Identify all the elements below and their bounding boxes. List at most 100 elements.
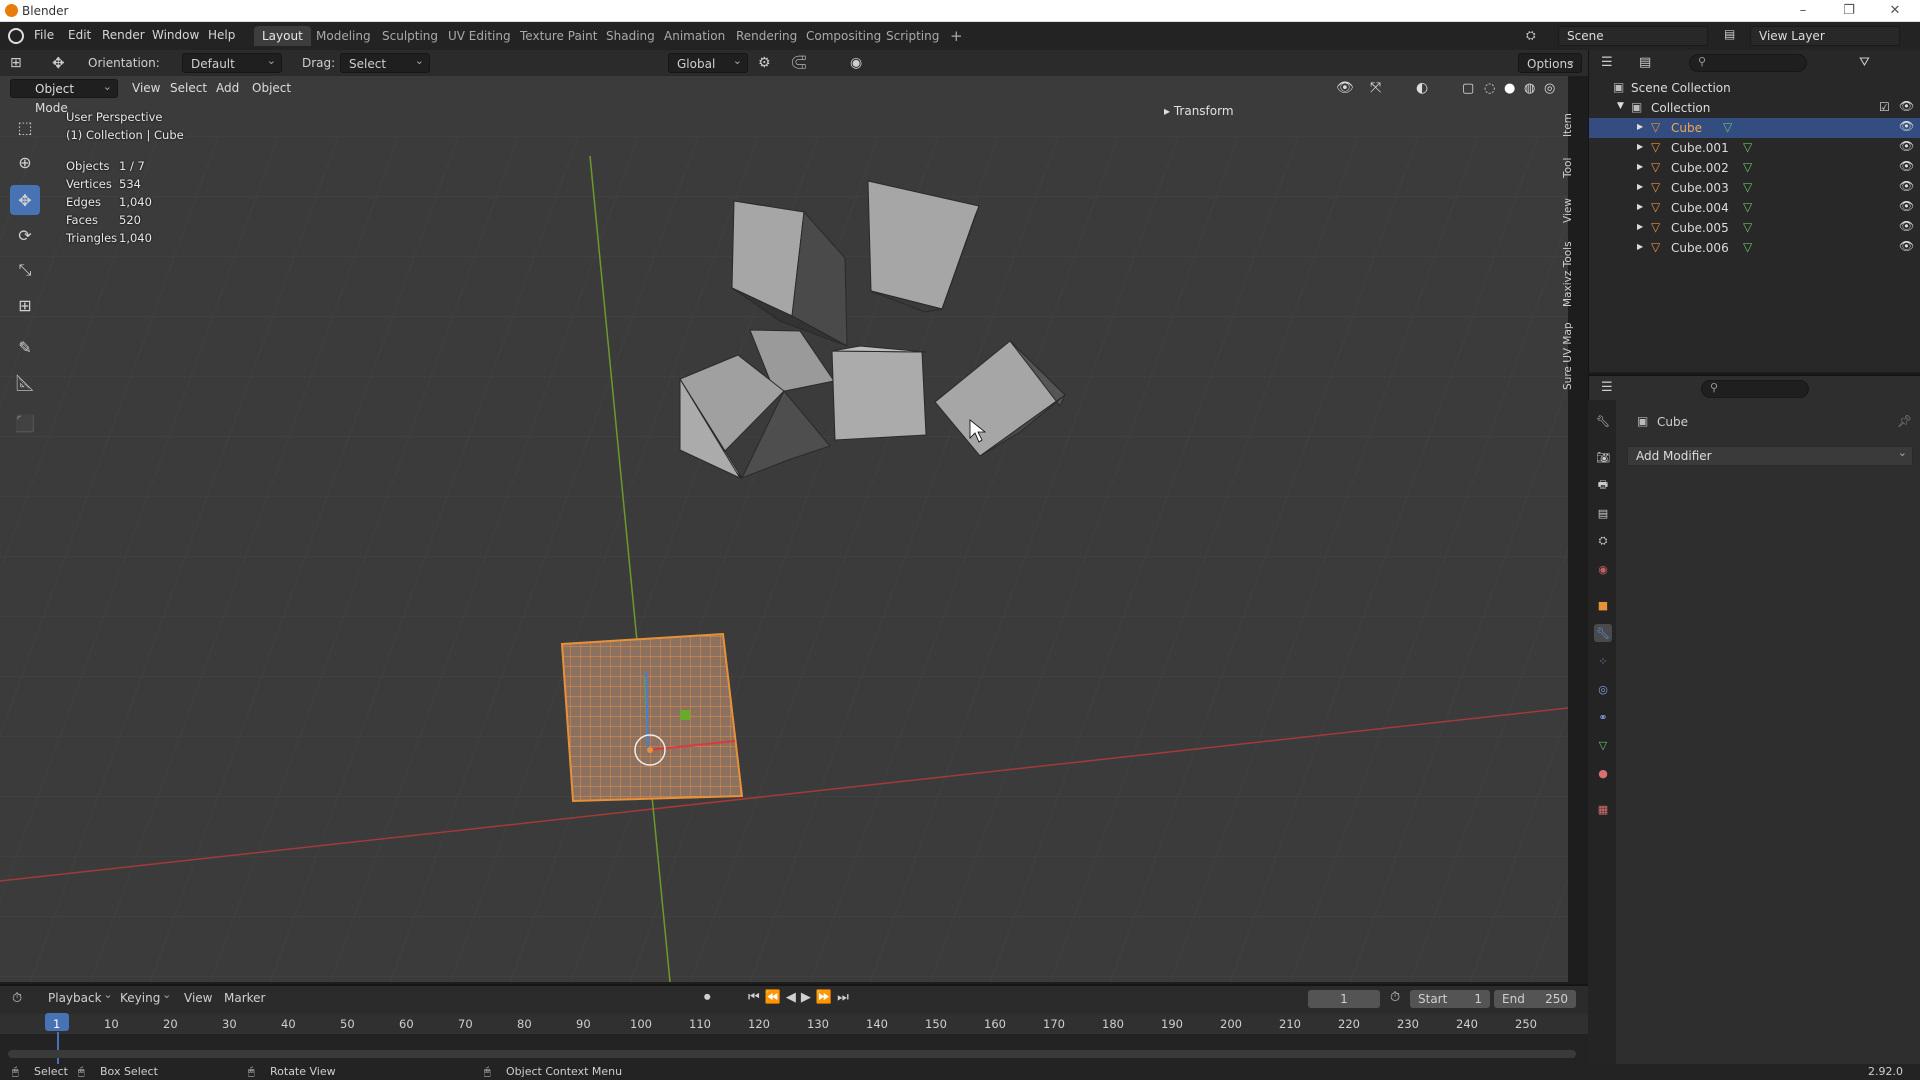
eye-icon[interactable]: 👁︎ <box>1899 199 1914 213</box>
menu-edit[interactable]: Edit <box>68 28 91 42</box>
object-tab-icon[interactable]: ■ <box>1594 596 1612 614</box>
options-dropdown[interactable]: Options <box>1518 51 1582 73</box>
expand-icon[interactable]: ▶ <box>1637 162 1643 171</box>
render-tab-icon[interactable]: 📷︎ <box>1594 448 1612 466</box>
snap-icon[interactable]: 🧲︎ <box>790 53 808 73</box>
timeline-editor-icon[interactable]: ⏱ <box>12 991 22 1006</box>
restore-icon[interactable]: ❐ <box>1826 0 1872 22</box>
visibility-icon[interactable]: 👁︎ <box>1336 79 1354 98</box>
scene-collection-row[interactable]: ▣ Scene Collection <box>1589 78 1920 98</box>
outliner-object-row[interactable]: ▶ ▽ Cube.001 ▽ 👁︎ <box>1589 138 1920 158</box>
playback-menu[interactable]: Playback <box>44 987 118 1008</box>
collection-row[interactable]: ▼ ▣ Collection ☑ 👁︎ <box>1589 98 1920 118</box>
transform-tool-icon[interactable]: ⊞ <box>10 290 40 320</box>
add-workspace-button[interactable]: + <box>942 26 971 46</box>
eye-icon[interactable]: 👁︎ <box>1899 139 1914 153</box>
eye-icon[interactable]: 👁︎ <box>1899 159 1914 173</box>
record-icon[interactable]: ⏺ <box>704 990 711 1005</box>
texture-tab-icon[interactable]: ▦ <box>1594 800 1612 818</box>
measure-tool-icon[interactable]: 📐︎ <box>10 367 40 397</box>
add-modifier-dropdown[interactable]: Add Modifier <box>1627 444 1913 466</box>
menu-add[interactable]: Add <box>216 79 239 98</box>
eye-icon[interactable]: 👁︎ <box>1899 119 1914 133</box>
side-tab-maxivz-tools[interactable]: Maxivz Tools <box>1562 236 1578 312</box>
side-tab-view[interactable]: View <box>1562 195 1578 227</box>
marker-menu[interactable]: Marker <box>224 991 265 1005</box>
tab-rendering[interactable]: Rendering <box>728 26 805 46</box>
add-cube-tool-icon[interactable]: ⬛ <box>10 408 40 438</box>
timeline-track-area[interactable] <box>0 1034 1588 1064</box>
orientation-dropdown[interactable]: Default <box>182 51 282 73</box>
drag-dropdown[interactable]: Select Box <box>340 51 430 91</box>
tab-layout[interactable]: Layout <box>254 26 311 46</box>
outliner-editor-icon[interactable]: ☰ <box>1601 55 1613 70</box>
physics-tab-icon[interactable]: ◎ <box>1594 680 1612 698</box>
end-frame-field[interactable]: End 250 <box>1494 990 1576 1008</box>
output-tab-icon[interactable]: 🖶 <box>1594 476 1612 494</box>
tab-uv-editing[interactable]: UV Editing <box>440 26 519 46</box>
expand-icon[interactable]: ▼ <box>1617 101 1624 111</box>
outliner-object-row[interactable]: ▶ ▽ Cube.006 ▽ 👁︎ <box>1589 238 1920 258</box>
menu-render[interactable]: Render <box>102 28 145 42</box>
start-frame-field[interactable]: Start 1 <box>1410 990 1490 1008</box>
outliner-object-row[interactable]: ▶ ▽ Cube.005 ▽ 👁︎ <box>1589 218 1920 238</box>
side-tab-item[interactable]: Item <box>1562 108 1578 142</box>
rotate-tool-icon[interactable]: ⟳ <box>10 220 40 250</box>
overlays-icon[interactable]: ◐ <box>1416 79 1428 98</box>
select-box-tool-icon[interactable]: ⬚ <box>10 112 40 142</box>
eye-icon[interactable]: 👁︎ <box>1899 219 1914 233</box>
expand-icon[interactable]: ▶ <box>1637 242 1643 251</box>
annotate-tool-icon[interactable]: ✎ <box>10 332 40 362</box>
expand-icon[interactable]: ▶ <box>1637 182 1643 191</box>
side-tab-tool[interactable]: Tool <box>1562 152 1578 184</box>
filter-icon[interactable]: ⛛ <box>1859 55 1870 70</box>
outliner-object-row[interactable]: ▶ ▽ Cube.004 ▽ 👁︎ <box>1589 198 1920 218</box>
transform-orientation-dropdown[interactable]: Global <box>668 51 748 73</box>
move-tool-button[interactable]: ✥ <box>10 185 40 215</box>
scene-tab-icon[interactable]: ⛭ <box>1594 532 1612 550</box>
view-layer-selector[interactable]: View Layer <box>1750 26 1900 46</box>
tab-scripting[interactable]: Scripting <box>878 26 947 46</box>
pin-icon[interactable]: 📌︎ <box>1897 414 1912 428</box>
keying-menu[interactable]: Keying <box>116 987 176 1008</box>
menu-window[interactable]: Window <box>152 28 199 42</box>
rendered-shading-icon[interactable]: ◎ <box>1544 79 1555 98</box>
tab-sculpting[interactable]: Sculpting <box>374 26 446 46</box>
current-frame-field[interactable]: 1 <box>1308 990 1380 1008</box>
preview-range-icon[interactable]: ⏱ <box>1390 990 1400 1005</box>
data-tab-icon[interactable]: ▽ <box>1594 736 1612 754</box>
material-shading-icon[interactable]: ◍ <box>1524 79 1535 98</box>
display-mode-icon[interactable]: ▤ <box>1639 55 1651 70</box>
tab-animation[interactable]: Animation <box>656 26 733 46</box>
scale-tool-icon[interactable]: ⤡ <box>10 255 40 285</box>
timeline-view-menu[interactable]: View <box>184 991 212 1005</box>
xray-icon[interactable]: ▢ <box>1462 79 1474 98</box>
gizmo-icon[interactable]: ⤧ <box>1370 79 1381 98</box>
eye-icon[interactable]: 👁︎ <box>1899 179 1914 193</box>
3d-viewport[interactable] <box>0 76 1568 982</box>
tab-texture-paint[interactable]: Texture Paint <box>512 26 605 46</box>
transform-panel-header[interactable]: ▸ Transform <box>1164 104 1234 118</box>
constraints-tab-icon[interactable]: ⚭ <box>1594 708 1612 726</box>
properties-editor-icon[interactable]: ☰ <box>1601 380 1613 395</box>
menu-file[interactable]: File <box>34 28 54 42</box>
menu-select[interactable]: Select <box>170 79 207 98</box>
blender-menu-icon[interactable] <box>8 28 24 44</box>
view-layer-tab-icon[interactable]: ▤ <box>1594 504 1612 522</box>
editor-type-icon[interactable]: ⊞ <box>10 53 22 73</box>
outliner-object-row[interactable]: ▶ ▽ Cube.002 ▽ 👁︎ <box>1589 158 1920 178</box>
tab-compositing[interactable]: Compositing <box>798 26 889 46</box>
eye-icon[interactable]: 👁︎ <box>1899 239 1914 253</box>
close-icon[interactable]: ✕ <box>1872 0 1918 22</box>
playback-controls-icon[interactable]: ⏮⏪◀▶⏩⏭ <box>748 990 854 1005</box>
pivot-point-icon[interactable]: ⚙ <box>758 53 771 73</box>
tab-modeling[interactable]: Modeling <box>308 26 379 46</box>
eye-icon[interactable]: 👁︎ <box>1899 99 1914 113</box>
menu-help[interactable]: Help <box>208 28 235 42</box>
checkbox-icon[interactable]: ☑ <box>1879 100 1890 114</box>
wireframe-shading-icon[interactable]: ◌ <box>1484 79 1495 98</box>
expand-icon[interactable]: ▶ <box>1637 202 1643 211</box>
menu-view[interactable]: View <box>132 79 160 98</box>
menu-object[interactable]: Object <box>252 79 291 98</box>
properties-search-input[interactable]: ⚲ <box>1701 380 1809 398</box>
